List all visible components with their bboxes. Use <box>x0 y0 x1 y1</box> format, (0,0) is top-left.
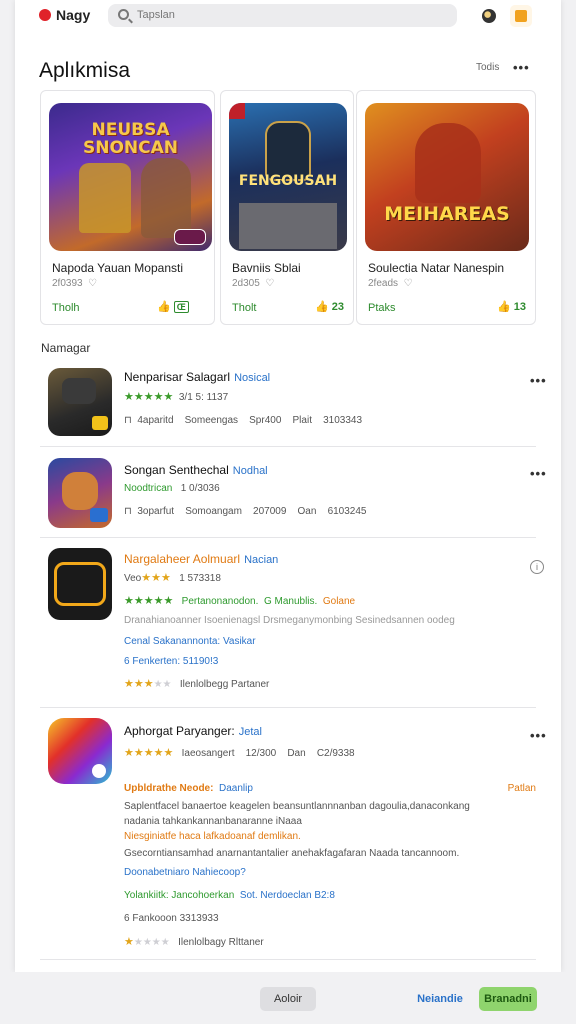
featured-section-title: Aplıkmisa <box>39 59 131 82</box>
item-stat: 6 Fankooon 3313933 <box>124 913 219 924</box>
item-rating: Noodtrican 1 0/3036 <box>124 483 220 494</box>
icon-lettering <box>54 562 106 606</box>
card-stat: 👍 Œ <box>157 300 189 313</box>
card-meta: 2feads ♡ <box>368 278 413 289</box>
game-artwork: NEUBSA SNONCAN <box>49 103 212 251</box>
item-description: nadania tahkankannanbanaranne iNaaa <box>124 816 302 827</box>
item-stat: 6 Fenkerten: 51190!3 <box>124 656 219 667</box>
artwork-figure <box>141 158 191 238</box>
artwork-title: NEUBSA SNONCAN <box>82 120 178 158</box>
artwork-ribbon <box>229 103 245 119</box>
list-item[interactable]: Songan Senthechal Nodhal Noodtrican 1 0/3… <box>40 450 546 538</box>
game-artwork: FENGOUSAH <box>229 103 347 251</box>
item-link[interactable]: Jetal <box>239 726 262 738</box>
link-button[interactable]: Neiandie <box>410 987 470 1011</box>
rating-stars: ★★★★★ <box>124 595 174 607</box>
item-title: Aphorgat Paryanger: Jetal <box>124 724 262 738</box>
rating-stars: ★★★ <box>141 572 171 584</box>
rating-stars: ★★★★★ <box>124 747 174 759</box>
artwork-figure <box>79 163 131 233</box>
app-icon <box>48 548 112 620</box>
artwork-figure <box>415 123 481 203</box>
game-artwork: MEIHAREAS <box>365 103 529 251</box>
item-category[interactable]: Cenal Sakanannonta: Vasikar <box>124 636 256 647</box>
item-description-link[interactable]: Doonabetniaro Nahiecoop? <box>124 867 246 878</box>
rating-stars: ★★★ <box>124 678 154 690</box>
item-description: Saplentfacel banaertoe keagelen beansunt… <box>124 801 470 812</box>
info-icon[interactable]: i <box>530 560 544 574</box>
artwork-figure <box>265 121 311 181</box>
item-title: Nenparisar Salagarl Nosical <box>124 370 271 384</box>
secondary-button[interactable]: Aoloir <box>260 987 316 1011</box>
item-meta: ⊓ 4aparitd Someengas Spr400 Plait 310334… <box>124 415 363 426</box>
top-bar: Nagy Tapslan <box>15 0 561 34</box>
app-sheet: Nagy Tapslan Aplıkmisa Todis ••• NEUBSA … <box>15 0 561 972</box>
item-feature: Yolankiitk: Jancohoerkan Sot. Nerdoeclan… <box>124 890 335 901</box>
artwork-ground <box>239 203 337 249</box>
featured-card[interactable]: FENGOUSAH Bavniis Sblai 2d305 ♡ Tholt 👍 … <box>220 90 354 325</box>
icon-figure <box>62 472 98 510</box>
item-rating: Veo★★★ 1 573318 <box>124 572 221 584</box>
app-icon <box>48 458 112 528</box>
card-title: Soulectia Natar Nanespin <box>368 261 505 275</box>
item-link[interactable]: Nodhal <box>233 465 268 477</box>
rating-stars: ★★★★★ <box>124 391 174 403</box>
item-menu-icon[interactable]: ••• <box>530 466 547 481</box>
search-icon <box>118 9 129 20</box>
app-logo[interactable]: Nagy <box>39 7 90 23</box>
item-meta: ⊓ 3oparfut Somoangam 207009 Oan 6103245 <box>124 506 367 517</box>
item-tags: ★★★★★ Pertanonanodon. G Manublis. Golane <box>124 595 356 607</box>
primary-button[interactable]: Branadni <box>479 987 537 1011</box>
more-options-icon[interactable]: ••• <box>513 60 530 75</box>
featured-card[interactable]: MEIHAREAS Soulectia Natar Nanespin 2fead… <box>356 90 536 325</box>
icon-figure <box>62 378 96 404</box>
logo-text: Nagy <box>56 7 91 23</box>
item-footer: ★★★★★ Ilenlolbagy Rlttaner <box>124 936 264 948</box>
card-label: Ptaks <box>368 302 396 314</box>
card-meta: 2f0393 ♡ <box>52 278 98 289</box>
list-item[interactable]: Nargalaheer Aolmuarl Nacian Veo★★★ 1 5733… <box>40 540 544 708</box>
card-label: Tholt <box>232 302 257 314</box>
featured-card[interactable]: NEUBSA SNONCAN Napoda Yauan Mopansti 2f0… <box>40 90 215 325</box>
item-title: Nargalaheer Aolmuarl Nacian <box>124 552 279 566</box>
card-stat: 👍 13 <box>497 301 527 313</box>
item-description: Dranahianoanner Isoenienagsl Drsmeganymo… <box>124 615 455 626</box>
item-description: Gsecorntiansamhad anarnantantalier aneha… <box>124 848 460 859</box>
list-section-label: Namagar <box>41 341 91 355</box>
list-item[interactable]: Nenparisar Salagarl Nosical ★★★★★ 3/1 5: … <box>40 360 546 447</box>
icon-badge <box>92 764 106 778</box>
icon-badge <box>92 416 108 430</box>
item-menu-icon[interactable]: ••• <box>530 373 547 388</box>
card-title: Napoda Yauan Mopansti <box>52 261 183 275</box>
artwork-badge <box>174 229 206 245</box>
artwork-title: MEIHAREAS <box>384 203 510 225</box>
search-bar[interactable]: Tapslan <box>108 4 457 27</box>
profile-avatar[interactable] <box>482 9 496 23</box>
list-item[interactable]: Aphorgat Paryanger: Jetal ★★★★★ Iaeosange… <box>40 712 546 960</box>
item-menu-icon[interactable]: ••• <box>530 728 547 743</box>
card-label: Tholh <box>52 302 80 314</box>
card-stat: 👍 23 <box>315 301 345 313</box>
item-title: Songan Senthechal Nodhal <box>124 463 268 477</box>
item-rating: ★★★★★ Iaeosangert 12/300 Dan C2/9338 <box>124 747 355 759</box>
app-icon <box>48 718 112 784</box>
artwork-title: FENGOUSAH <box>238 173 338 189</box>
item-link[interactable]: Nacian <box>244 554 278 566</box>
download-icon: ⊓ <box>124 415 132 426</box>
item-subhead: Upbldrathe Neode: Daanlip Patlan <box>124 783 536 794</box>
icon-badge <box>90 508 108 522</box>
shopping-bag-icon[interactable] <box>510 5 532 27</box>
item-rating: ★★★★★ 3/1 5: 1137 <box>124 391 229 403</box>
card-meta: 2d305 ♡ <box>232 278 275 289</box>
item-description: Niesginiatfe haca lafkadoanaf demlikan. <box>124 831 301 842</box>
featured-see-all-link[interactable]: Todis <box>476 62 499 73</box>
app-icon <box>48 368 112 436</box>
card-title: Bavniis Sblai <box>232 261 301 275</box>
item-footer: ★★★★★ Ilenlolbegg Partaner <box>124 678 270 690</box>
search-input[interactable]: Tapslan <box>137 9 175 21</box>
logo-icon <box>39 9 51 21</box>
download-icon: ⊓ <box>124 506 132 517</box>
item-link[interactable]: Nosical <box>234 372 270 384</box>
